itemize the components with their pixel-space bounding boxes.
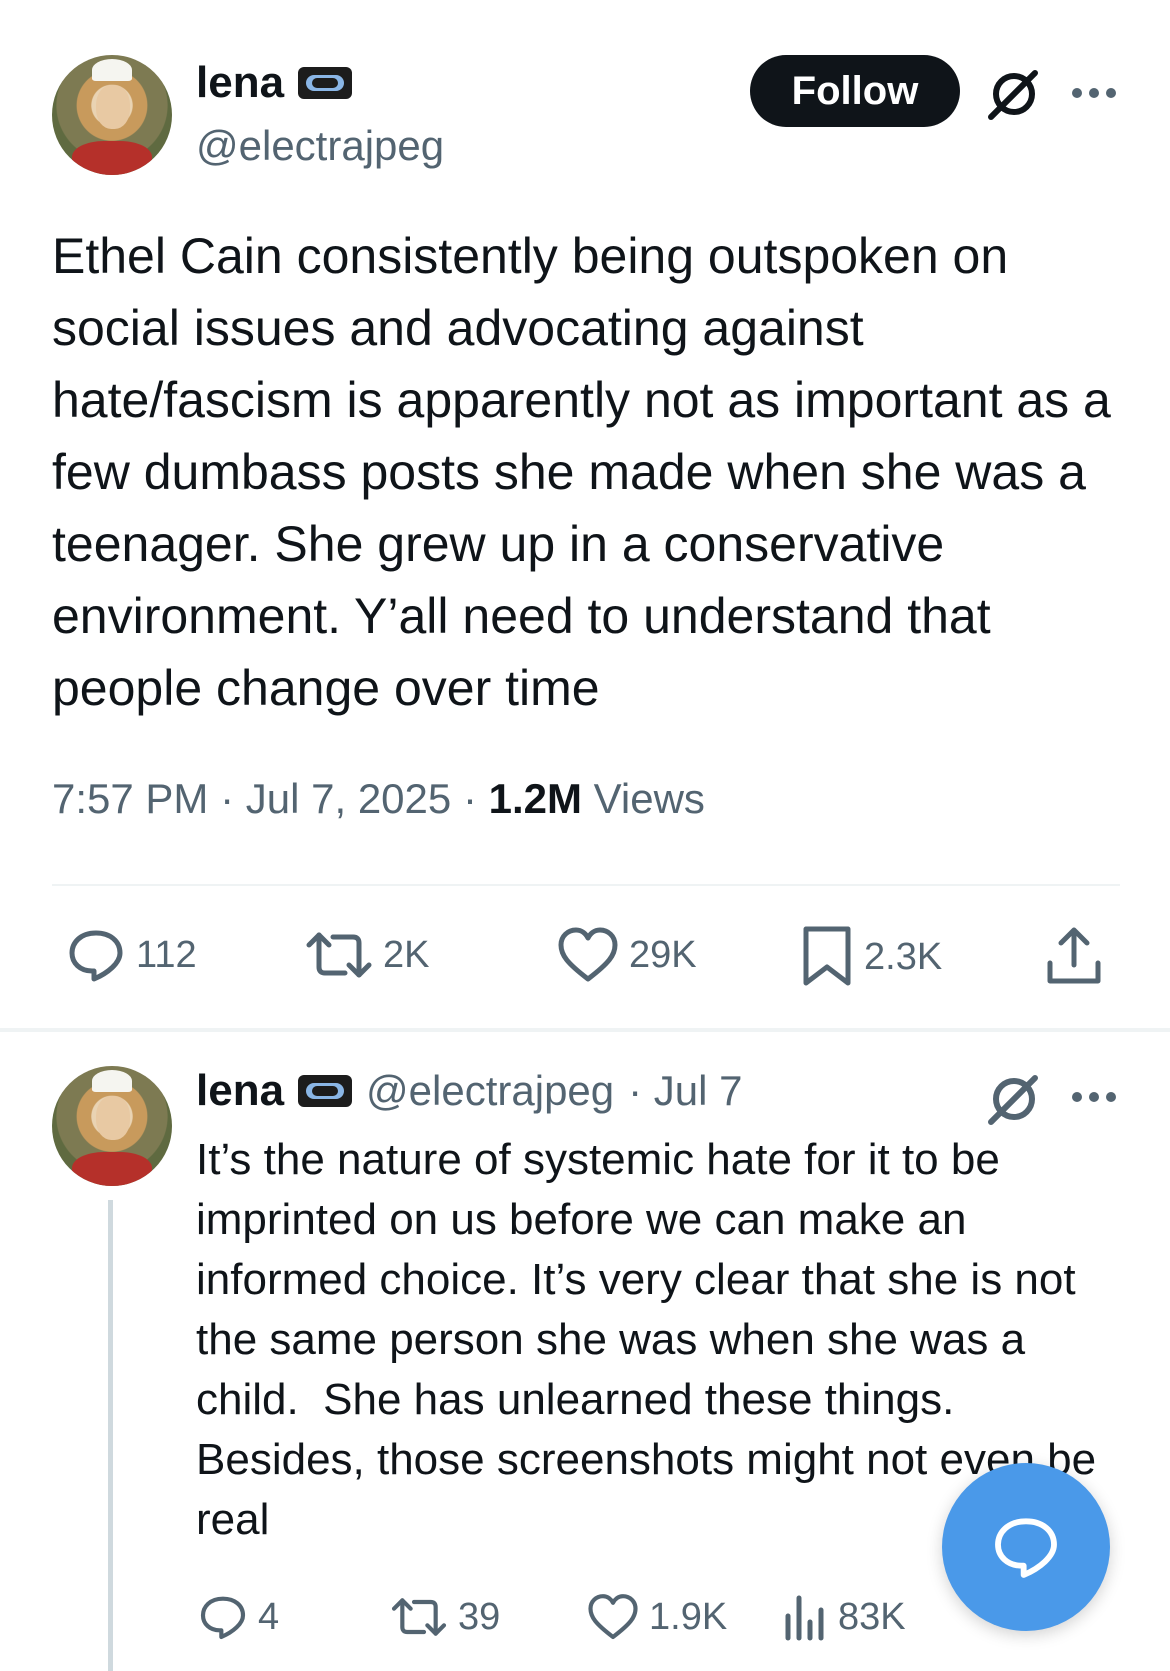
repost-count: 2K <box>383 933 430 976</box>
tweet-text: Ethel Cain consistently being outspoken … <box>52 228 1125 716</box>
bookmark-button[interactable]: 2.3K <box>800 925 942 989</box>
like-button[interactable]: 29K <box>557 925 697 985</box>
compose-reply-button[interactable] <box>942 1463 1110 1631</box>
repost-button[interactable]: 2K <box>305 925 429 985</box>
reply-avatar[interactable] <box>52 1066 172 1186</box>
views-icon <box>785 1595 824 1641</box>
like-icon <box>588 1594 638 1640</box>
cassette-badge-icon <box>298 67 353 99</box>
reply-repost-count: 39 <box>458 1595 501 1638</box>
tweet-meta: 7:57 PM · Jul 7, 2025 · 1.2M Views <box>52 775 705 823</box>
tweet-date[interactable]: Jul 7, 2025 <box>246 775 452 822</box>
like-count: 29K <box>629 933 697 976</box>
share-button[interactable] <box>1045 925 1103 987</box>
grok-icon[interactable] <box>985 1070 1043 1128</box>
more-icon[interactable] <box>1072 88 1116 98</box>
avatar[interactable] <box>52 55 172 175</box>
share-icon <box>1047 927 1101 984</box>
cassette-badge-icon <box>298 1075 353 1107</box>
repost-icon <box>306 932 372 978</box>
reply-like-count: 1.9K <box>649 1595 728 1638</box>
bookmark-icon <box>803 926 851 986</box>
main-tweet: lena @electrajpeg Follow Ethel Cain cons… <box>0 0 1170 1030</box>
grok-icon[interactable] <box>985 65 1043 123</box>
compose-reply-icon <box>995 1518 1057 1578</box>
tweet-time[interactable]: 7:57 PM <box>52 775 208 822</box>
repost-icon <box>391 1598 447 1636</box>
reply-reply-button[interactable]: 4 <box>198 1592 279 1642</box>
like-icon <box>558 927 618 982</box>
reply-button[interactable]: 112 <box>66 925 197 985</box>
reply-icon <box>200 1596 246 1640</box>
bookmark-count: 2.3K <box>864 935 943 978</box>
section-divider <box>0 1028 1170 1032</box>
reply-reply-count: 4 <box>258 1595 280 1638</box>
meta-separator: · <box>462 775 477 822</box>
reply-like-button[interactable]: 1.9K <box>587 1592 727 1642</box>
reply-views-count: 83K <box>838 1595 906 1638</box>
reply-date[interactable]: · Jul 7 <box>628 1067 742 1115</box>
reply-author-name[interactable]: lena <box>196 1066 284 1116</box>
reply-icon <box>69 930 123 982</box>
reply-header: lena @electrajpeg · Jul 7 <box>196 1066 743 1116</box>
views-label: Views <box>593 775 705 822</box>
divider <box>52 884 1120 886</box>
reply-author-handle[interactable]: @electrajpeg <box>366 1067 614 1115</box>
author-handle[interactable]: @electrajpeg <box>196 122 444 170</box>
reply-repost-button[interactable]: 39 <box>390 1592 500 1642</box>
reply-views-button[interactable]: 83K <box>782 1592 906 1642</box>
follow-button[interactable]: Follow <box>750 55 960 127</box>
thread-line <box>108 1200 113 1671</box>
author-name[interactable]: lena <box>196 58 284 108</box>
reply-count: 112 <box>136 933 197 976</box>
more-icon[interactable] <box>1072 1092 1116 1102</box>
views-count: 1.2M <box>488 775 582 822</box>
meta-separator: · <box>220 775 235 822</box>
author-name-row: lena <box>196 58 353 108</box>
